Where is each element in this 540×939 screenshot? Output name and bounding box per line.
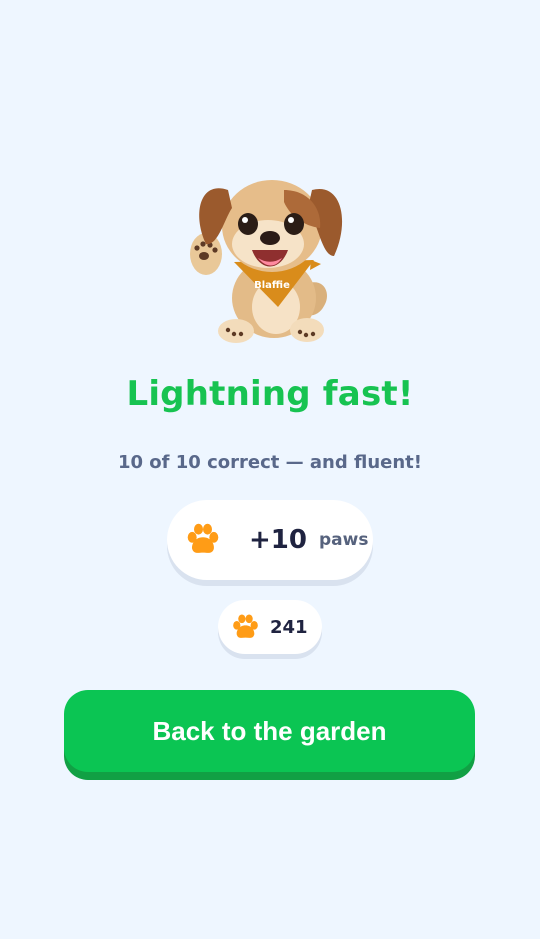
reward-amount: +10 xyxy=(249,525,307,555)
result-subtitle: 10 of 10 correct — and fluent! xyxy=(117,452,422,473)
completion-screen: Blaffie Lightning fast! 10 of 10 correct… xyxy=(0,0,540,939)
reward-pill: +10 paws xyxy=(167,500,373,580)
mascot-left-eye xyxy=(238,213,258,235)
balance-pill: 241 xyxy=(218,600,322,654)
mascot-right-foot xyxy=(290,318,324,342)
mascot-left-foot xyxy=(218,319,254,343)
mascot-right-eye xyxy=(284,213,304,235)
bandana-text: Blaffie xyxy=(254,280,290,291)
reward-unit: paws xyxy=(318,530,369,550)
mascot-nose xyxy=(260,231,280,245)
paw-icon xyxy=(187,523,219,553)
result-title: Lightning fast! xyxy=(126,374,414,414)
puppy-mascot: Blaffie xyxy=(190,180,343,343)
balance-value: 241 xyxy=(270,616,308,638)
paw-icon xyxy=(233,613,258,638)
back-to-garden-button[interactable]: Back to the garden xyxy=(64,690,475,772)
